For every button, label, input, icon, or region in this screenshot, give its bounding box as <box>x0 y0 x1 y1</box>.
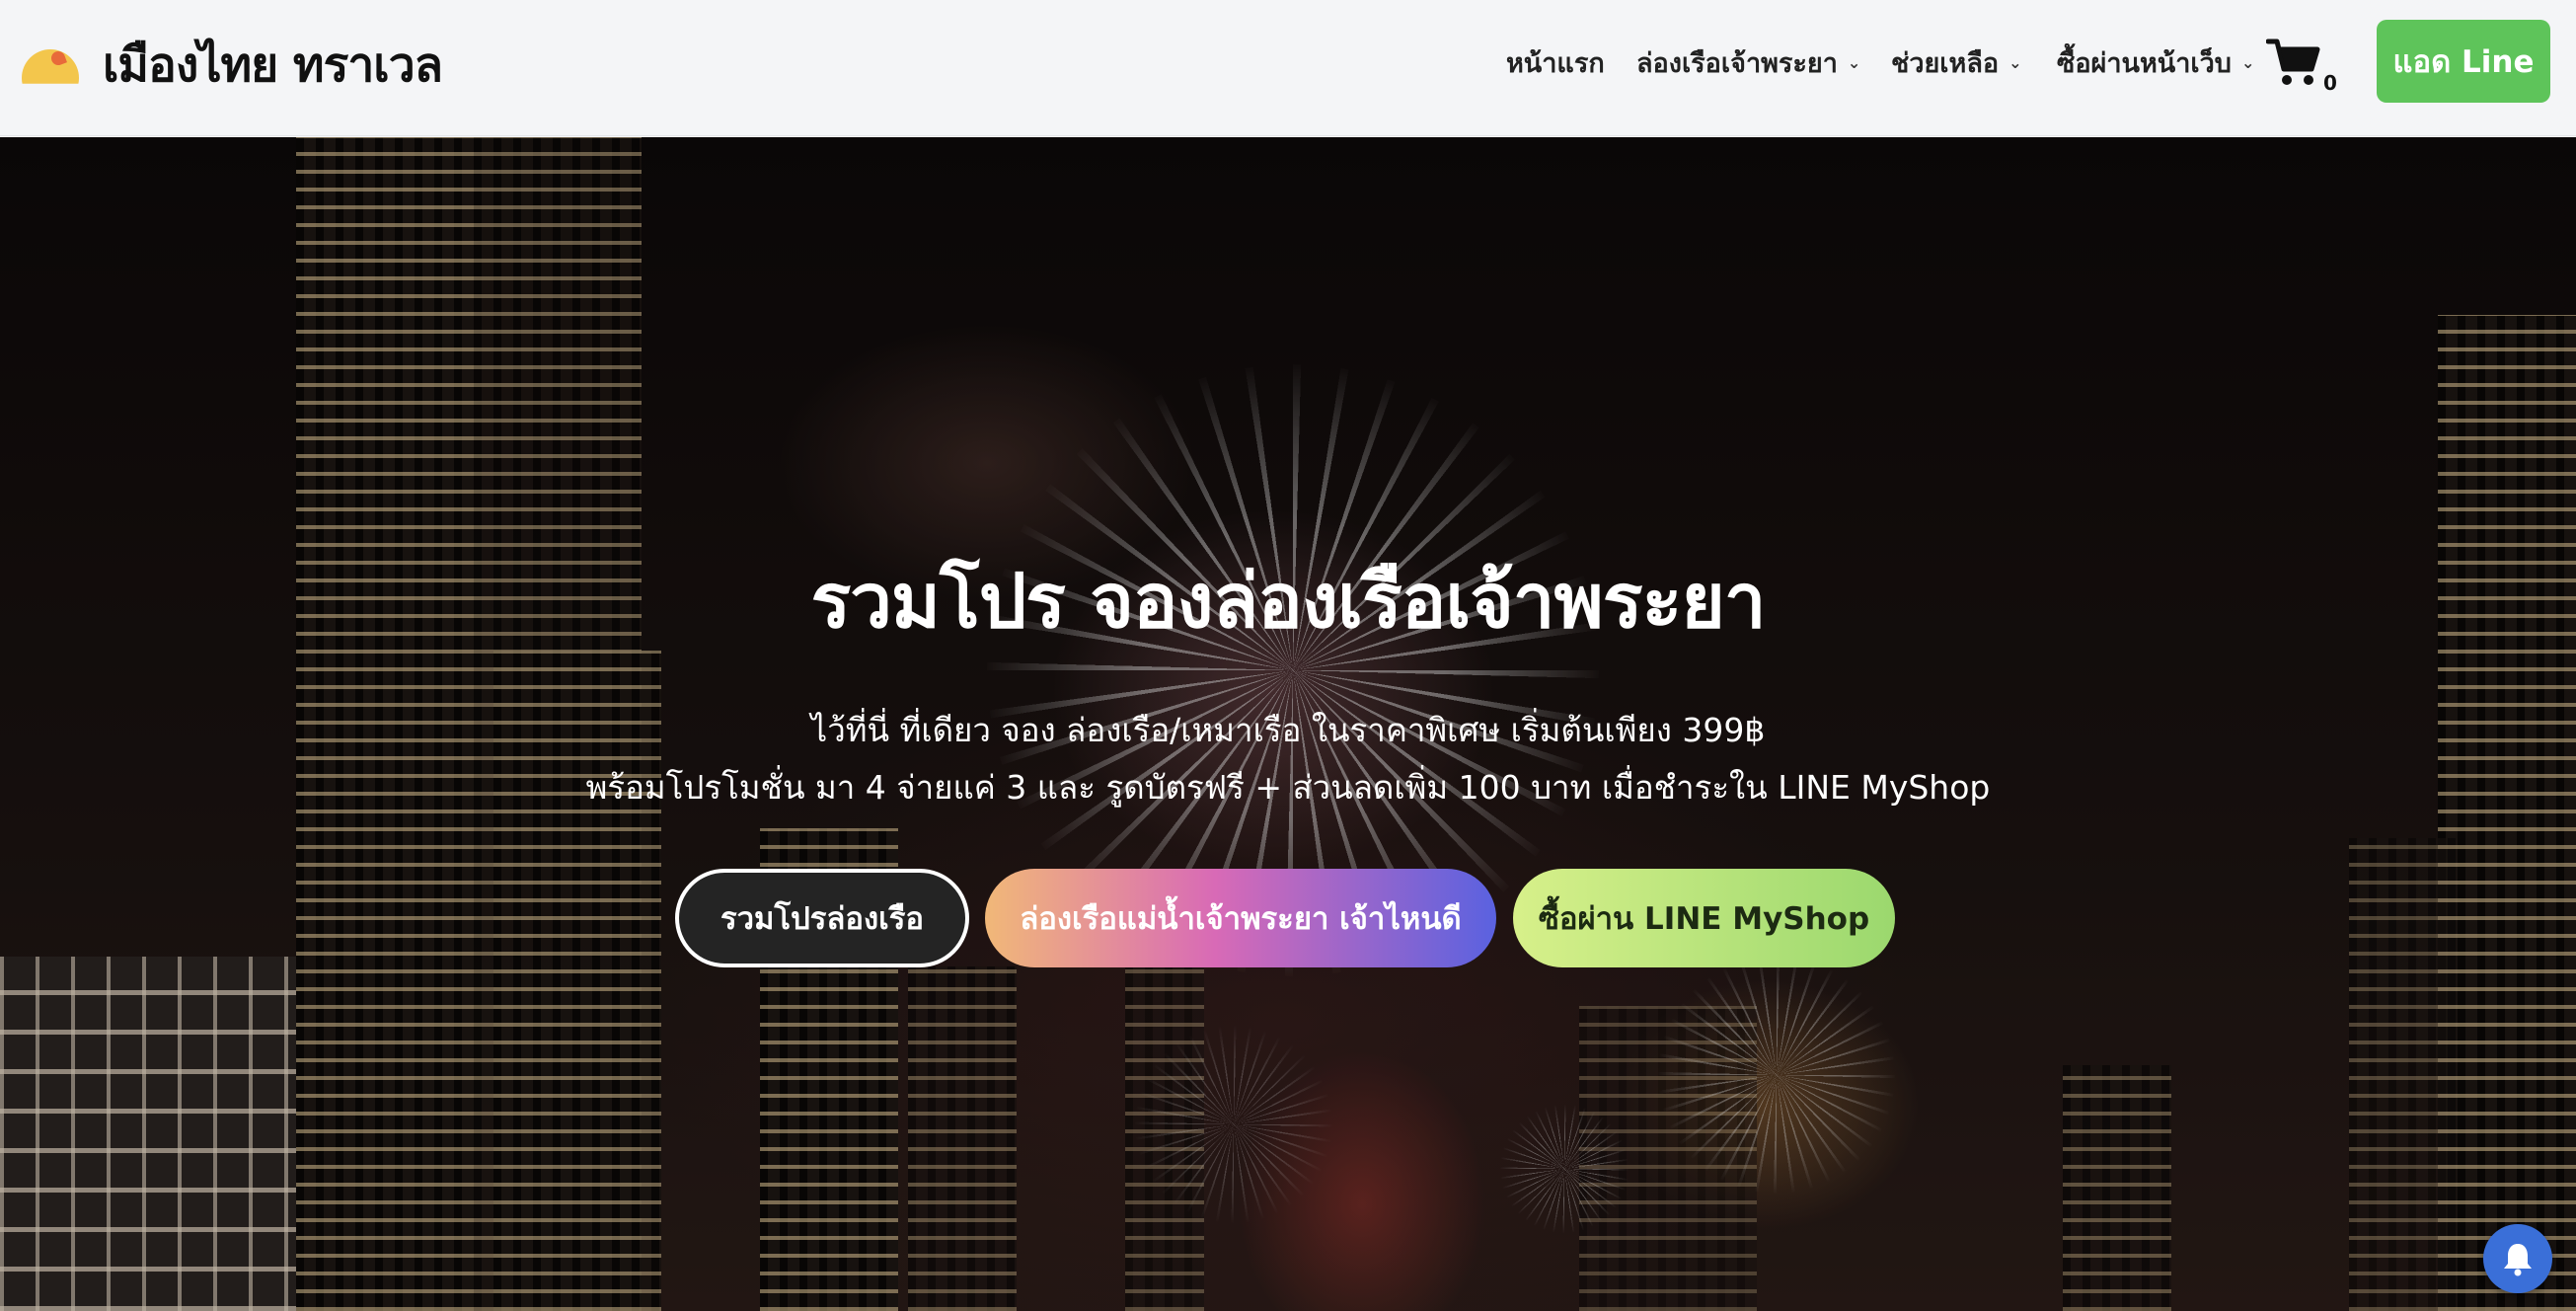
which-cruise-is-best-button[interactable]: ล่องเรือแม่น้ำเจ้าพระยา เจ้าไหนดี <box>985 869 1496 967</box>
chevron-down-icon: ⌄ <box>2240 52 2255 72</box>
nav-item-home[interactable]: หน้าแรก <box>1506 38 1605 87</box>
cart-count-badge: 0 <box>2323 71 2337 95</box>
nav-item-chao-phraya-cruise[interactable]: ล่องเรือเจ้าพระยา ⌄ <box>1636 38 1860 87</box>
nav-item-label: ซื้อผ่านหน้าเว็บ <box>2057 47 2232 79</box>
hero-subtitle-line-1: ไว้ที่นี่ ที่เดียว จอง ล่องเรือ/เหมาเรือ… <box>810 711 1766 749</box>
hero-subtitle-line-2: พร้อมโปรโมชั่น มา 4 จ่ายแค่ 3 และ รูดบัต… <box>585 768 1991 807</box>
brand-name: เมืองไทย ทราเวล <box>103 38 443 93</box>
bell-icon <box>2504 1244 2532 1276</box>
hero-section: รวมโปร จองล่องเรือเจ้าพระยา ไว้ที่นี่ ที… <box>0 137 2576 1311</box>
nav-item-label: หน้าแรก <box>1506 47 1605 79</box>
hero-title: รวมโปร จองล่องเรือเจ้าพระยา <box>810 557 1766 645</box>
cart-button[interactable]: 0 <box>2266 36 2337 99</box>
nav-item-buy-online[interactable]: ซื้อผ่านหน้าเว็บ ⌄ <box>2057 38 2254 87</box>
nav-item-label: ล่องเรือเจ้าพระยา <box>1636 47 1838 79</box>
notification-bell-button[interactable] <box>2483 1224 2552 1293</box>
chevron-down-icon: ⌄ <box>1847 52 1861 72</box>
sun-logo-icon <box>22 45 79 85</box>
chevron-down-icon: ⌄ <box>2008 52 2022 72</box>
add-line-button[interactable]: แอด Line <box>2377 20 2550 103</box>
nav-item-help[interactable]: ช่วยเหลือ ⌄ <box>1891 38 2022 87</box>
site-header: เมืองไทย ทราเวล หน้าแรก ล่องเรือเจ้าพระย… <box>0 0 2576 136</box>
nav-item-label: ช่วยเหลือ <box>1891 47 2000 79</box>
brand-link[interactable]: เมืองไทย ทราเวล <box>22 36 443 95</box>
all-cruise-promos-button[interactable]: รวมโปรล่องเรือ <box>675 869 969 967</box>
buy-via-line-myshop-button[interactable]: ซื้อผ่าน LINE MyShop <box>1513 869 1895 967</box>
cart-icon <box>2266 39 2320 85</box>
